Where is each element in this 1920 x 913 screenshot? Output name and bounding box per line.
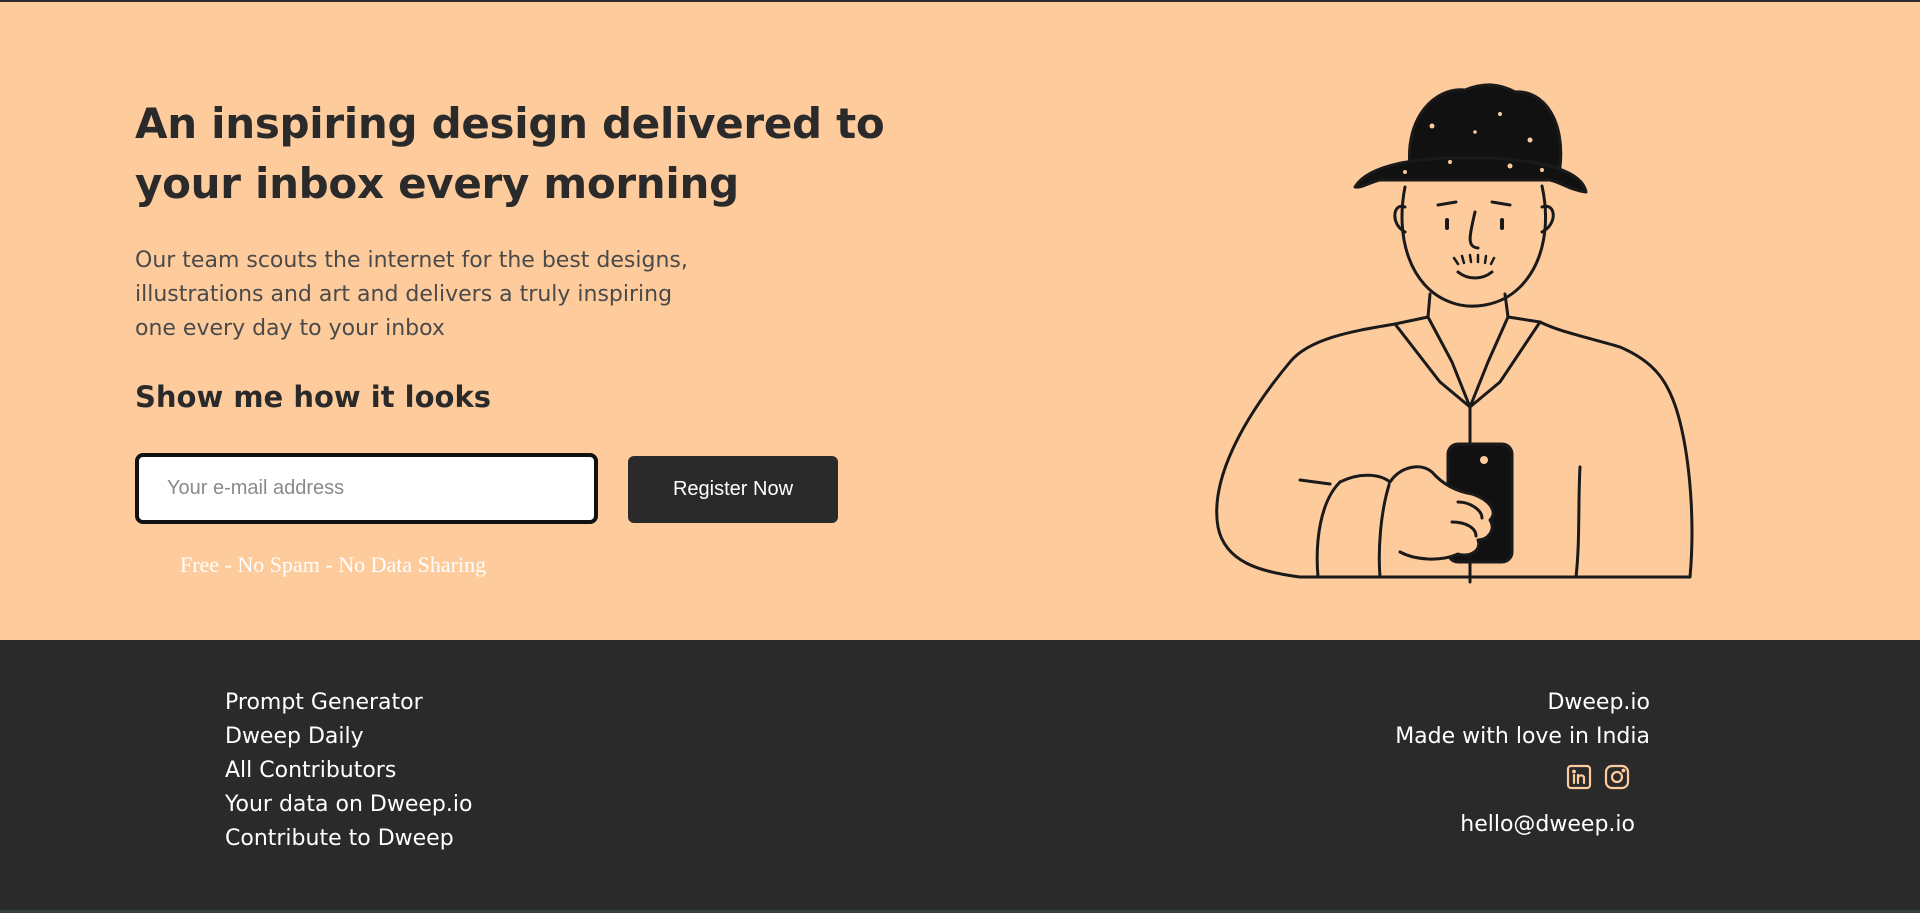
register-button[interactable]: Register Now	[628, 456, 838, 523]
hero-section: An inspiring design delivered to your in…	[0, 2, 1920, 640]
linkedin-icon[interactable]	[1566, 764, 1592, 790]
cta-heading: Show me how it looks	[135, 380, 492, 414]
man-with-hat-illustration	[1215, 83, 1694, 584]
footer: Prompt Generator Dweep Daily All Contrib…	[0, 640, 1920, 913]
instagram-icon[interactable]	[1604, 764, 1630, 790]
footer-link-prompt-generator[interactable]: Prompt Generator	[225, 686, 472, 720]
hero-description-line3: one every day to your inbox	[135, 316, 445, 341]
hero-description-line1: Our team scouts the internet for the bes…	[135, 248, 688, 273]
hero-title-line1: An inspiring design delivered to	[135, 99, 885, 148]
hero-title-line2: your inbox every morning	[135, 159, 739, 208]
footer-link-dweep-daily[interactable]: Dweep Daily	[225, 720, 472, 754]
hero-description: Our team scouts the internet for the bes…	[135, 244, 735, 346]
hero-description-line2: illustrations and art and delivers a tru…	[135, 282, 673, 307]
footer-links: Prompt Generator Dweep Daily All Contrib…	[225, 686, 472, 856]
footer-link-your-data[interactable]: Your data on Dweep.io	[225, 788, 472, 822]
hero-title: An inspiring design delivered to your in…	[135, 94, 895, 214]
footer-link-contribute[interactable]: Contribute to Dweep	[225, 822, 472, 856]
footer-right: Dweep.io Made with love in India hello@d…	[1395, 686, 1650, 837]
email-input[interactable]	[135, 453, 598, 524]
footer-link-all-contributors[interactable]: All Contributors	[225, 754, 472, 788]
footer-email[interactable]: hello@dweep.io	[1395, 812, 1635, 837]
fine-print: Free - No Spam - No Data Sharing	[180, 552, 487, 577]
footer-tagline: Made with love in India	[1395, 724, 1650, 749]
social-links	[1395, 764, 1630, 790]
footer-brand[interactable]: Dweep.io	[1395, 686, 1650, 720]
